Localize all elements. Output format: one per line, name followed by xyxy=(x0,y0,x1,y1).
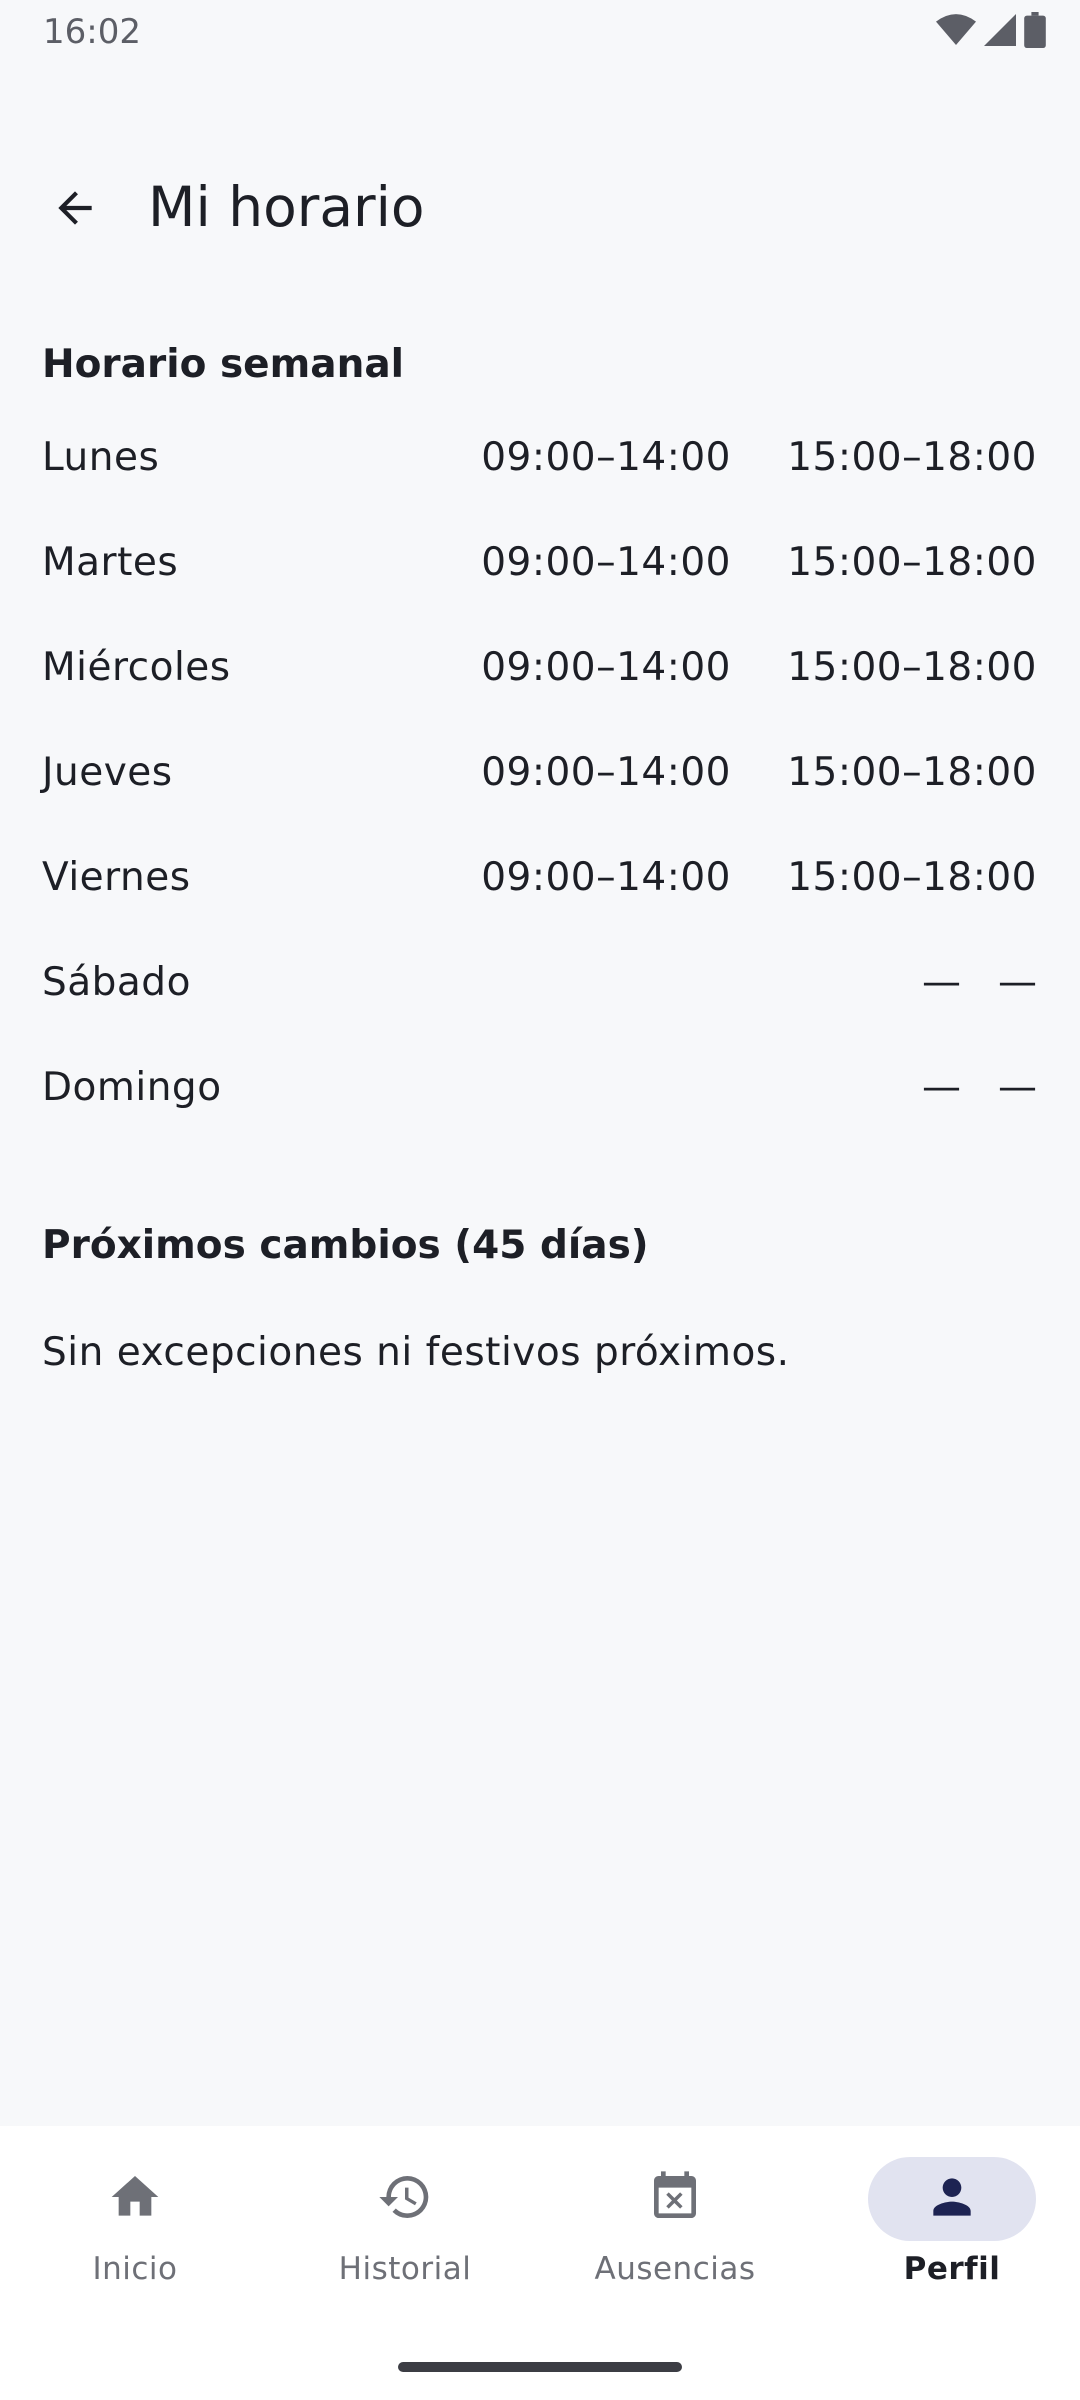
schedule-row-lunes: Lunes 09:00–14:00 15:00–18:00 xyxy=(42,435,1037,540)
day-label: Miércoles xyxy=(42,645,231,690)
status-icons xyxy=(936,12,1046,52)
arrow-left-icon xyxy=(50,183,100,237)
nav-icon-container xyxy=(868,2157,1036,2241)
weekly-schedule-heading: Horario semanal xyxy=(42,342,405,387)
morning-slot: 09:00–14:00 xyxy=(481,645,731,690)
morning-slot: 09:00–14:00 xyxy=(481,540,731,585)
morning-slot: — xyxy=(922,960,961,1005)
calendar-cancel-icon xyxy=(647,2169,703,2229)
morning-slot: — xyxy=(922,1065,961,1110)
schedule-row-jueves: Jueves 09:00–14:00 15:00–18:00 xyxy=(42,750,1037,855)
history-icon xyxy=(377,2169,433,2229)
afternoon-slot: 15:00–18:00 xyxy=(787,435,1037,480)
nav-label: Ausencias xyxy=(594,2251,756,2287)
weekly-schedule-list: Lunes 09:00–14:00 15:00–18:00 Martes 09:… xyxy=(42,435,1037,1170)
afternoon-slot: 15:00–18:00 xyxy=(787,540,1037,585)
afternoon-slot: 15:00–18:00 xyxy=(787,645,1037,690)
afternoon-slot: — xyxy=(998,1065,1037,1110)
nav-item-ausencias[interactable]: Ausencias xyxy=(540,2126,810,2326)
nav-icon-container xyxy=(321,2157,489,2241)
morning-slot: 09:00–14:00 xyxy=(481,435,731,480)
morning-slot: 09:00–14:00 xyxy=(481,750,731,795)
person-icon xyxy=(924,2169,980,2229)
schedule-row-domingo: Domingo — — xyxy=(42,1065,1037,1170)
status-bar: 16:02 xyxy=(0,0,1080,64)
day-label: Lunes xyxy=(42,435,160,480)
nav-item-perfil[interactable]: Perfil xyxy=(817,2126,1080,2326)
morning-slot: 09:00–14:00 xyxy=(481,855,731,900)
afternoon-slot: 15:00–18:00 xyxy=(787,855,1037,900)
nav-item-historial[interactable]: Historial xyxy=(270,2126,540,2326)
nav-item-inicio[interactable]: Inicio xyxy=(0,2126,270,2326)
battery-icon xyxy=(1024,12,1046,52)
day-label: Viernes xyxy=(42,855,191,900)
back-button[interactable] xyxy=(30,150,120,270)
afternoon-slot: — xyxy=(998,960,1037,1005)
status-time: 16:02 xyxy=(43,12,141,52)
afternoon-slot: 15:00–18:00 xyxy=(787,750,1037,795)
day-label: Jueves xyxy=(42,750,173,795)
day-label: Domingo xyxy=(42,1065,222,1110)
signal-icon xyxy=(984,13,1016,51)
nav-label: Perfil xyxy=(903,2251,1001,2287)
nav-icon-container xyxy=(51,2157,219,2241)
empty-state-message: Sin excepciones ni festivos próximos. xyxy=(42,1330,790,1375)
schedule-row-miercoles: Miércoles 09:00–14:00 15:00–18:00 xyxy=(42,645,1037,750)
nav-label: Inicio xyxy=(92,2251,178,2287)
nav-label: Historial xyxy=(338,2251,472,2287)
day-label: Sábado xyxy=(42,960,191,1005)
upcoming-changes-heading: Próximos cambios (45 días) xyxy=(42,1223,649,1268)
home-icon xyxy=(107,2169,163,2229)
day-label: Martes xyxy=(42,540,179,585)
schedule-row-viernes: Viernes 09:00–14:00 15:00–18:00 xyxy=(42,855,1037,960)
page-title: Mi horario xyxy=(148,175,425,239)
schedule-row-martes: Martes 09:00–14:00 15:00–18:00 xyxy=(42,540,1037,645)
home-indicator[interactable] xyxy=(398,2362,682,2372)
schedule-row-sabado: Sábado — — xyxy=(42,960,1037,1065)
bottom-navigation: Inicio Historial Ausencias Perfil xyxy=(0,2126,1080,2400)
nav-icon-container xyxy=(591,2157,759,2241)
wifi-icon xyxy=(936,13,976,51)
